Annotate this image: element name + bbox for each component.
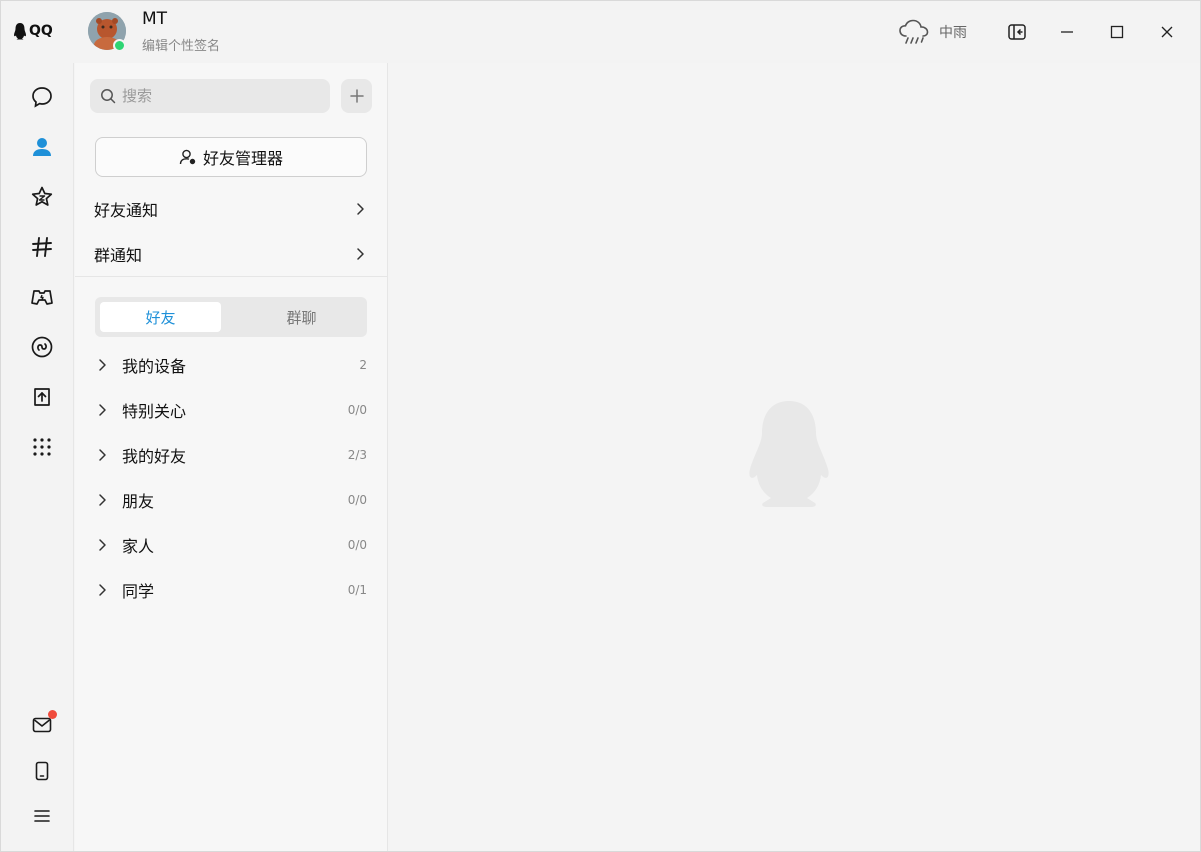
grid-dots-icon	[33, 438, 51, 456]
contacts-panel: 好友管理器 好友通知 群通知 好友 群聊 我的设备 2	[75, 63, 388, 851]
group-notice-label: 群通知	[94, 246, 143, 265]
group-row-my-devices[interactable]: 我的设备 2	[75, 343, 387, 387]
close-button[interactable]	[1152, 17, 1182, 47]
weather-text: 中雨	[939, 25, 967, 41]
nav-phone[interactable]	[25, 754, 59, 788]
group-count: 0/1	[347, 583, 367, 597]
group-row-friends[interactable]: 朋友 0/0	[75, 478, 387, 522]
search-icon	[101, 89, 116, 104]
group-row-my-friends[interactable]: 我的好友 2/3	[75, 433, 387, 477]
group-name: 特别关心	[122, 402, 187, 421]
group-row-special-care[interactable]: 特别关心 0/0	[75, 388, 387, 432]
app-logo: QQ	[13, 19, 53, 43]
chevron-right-icon	[97, 583, 109, 597]
friend-notice-row[interactable]: 好友通知	[75, 187, 387, 231]
group-notice-row[interactable]: 群通知	[75, 232, 387, 276]
chat-bubble-icon	[32, 87, 52, 108]
chevron-right-icon	[97, 358, 109, 372]
group-count: 2/3	[347, 448, 367, 462]
chevron-right-icon	[97, 403, 109, 417]
nav-contacts[interactable]	[25, 130, 59, 164]
nav-channels[interactable]	[25, 230, 59, 264]
penguin-placeholder-icon	[749, 401, 829, 507]
nav-more-apps[interactable]	[25, 430, 59, 464]
nav-mail[interactable]	[25, 708, 59, 742]
app-logo-text: QQ	[29, 23, 53, 39]
group-name: 家人	[122, 537, 155, 556]
chevron-right-icon	[357, 203, 364, 215]
person-icon	[33, 138, 51, 156]
search-input[interactable]	[122, 87, 312, 105]
nav-mini-programs[interactable]	[25, 330, 59, 364]
minimize-icon	[1061, 31, 1073, 33]
friend-notice-label: 好友通知	[94, 201, 159, 220]
chevron-right-icon	[357, 248, 364, 260]
group-name: 同学	[122, 582, 155, 601]
tab-friends[interactable]: 好友	[100, 302, 221, 332]
qq-window: QQ MT 编辑个性签名 中雨 搜索 好友管理器 好友通知 群通知 好友 群聊 …	[0, 0, 1201, 852]
nav-games[interactable]	[25, 280, 59, 314]
add-button[interactable]	[341, 79, 372, 113]
weather-widget[interactable]: 中雨	[897, 17, 967, 47]
minimize-button[interactable]	[1052, 17, 1082, 47]
mail-badge	[48, 710, 57, 719]
friend-manager-button[interactable]: 好友管理器	[95, 137, 367, 177]
tab-groups[interactable]: 群聊	[241, 302, 362, 332]
user-signature[interactable]: 编辑个性签名	[142, 35, 220, 54]
user-name[interactable]: MT	[142, 9, 167, 29]
online-status-dot	[113, 39, 126, 52]
upload-icon	[34, 388, 50, 406]
maximize-icon	[1110, 25, 1124, 39]
divider	[75, 276, 387, 277]
main-content-area	[389, 63, 1200, 851]
group-count: 2	[359, 358, 367, 372]
sidebar-toggle-button[interactable]	[1002, 17, 1032, 47]
title-bar: QQ MT 编辑个性签名 中雨	[1, 1, 1200, 63]
penguin-logo-icon	[14, 23, 26, 40]
plus-icon	[349, 89, 364, 103]
gamepad-icon	[31, 290, 53, 305]
chevron-right-icon	[97, 493, 109, 507]
nav-upload[interactable]	[25, 380, 59, 414]
link-icon	[31, 336, 53, 358]
group-name: 我的好友	[122, 447, 187, 466]
phone-icon	[35, 761, 49, 781]
group-count: 0/0	[347, 403, 367, 417]
group-name: 我的设备	[122, 357, 187, 376]
close-icon	[1161, 26, 1173, 38]
nav-messages[interactable]	[25, 80, 59, 114]
hash-icon	[32, 237, 52, 257]
group-count: 0/0	[347, 538, 367, 552]
group-row-classmates[interactable]: 同学 0/1	[75, 568, 387, 612]
friend-manager-label: 好友管理器	[202, 149, 283, 168]
chevron-right-icon	[97, 448, 109, 462]
group-name: 朋友	[122, 492, 155, 511]
person-settings-icon	[179, 149, 196, 165]
nav-favorites[interactable]	[25, 180, 59, 214]
menu-icon	[34, 810, 50, 822]
maximize-button[interactable]	[1102, 17, 1132, 47]
cloud-rain-icon	[899, 19, 929, 44]
search-box[interactable]	[90, 79, 330, 113]
group-count: 0/0	[347, 493, 367, 507]
sidebar-toggle-icon	[1008, 24, 1026, 40]
group-row-family[interactable]: 家人 0/0	[75, 523, 387, 567]
left-nav	[1, 63, 74, 851]
nav-menu[interactable]	[25, 799, 59, 833]
chevron-right-icon	[97, 538, 109, 552]
contacts-tab-switch: 好友 群聊	[95, 297, 367, 337]
star-icon	[31, 186, 53, 206]
